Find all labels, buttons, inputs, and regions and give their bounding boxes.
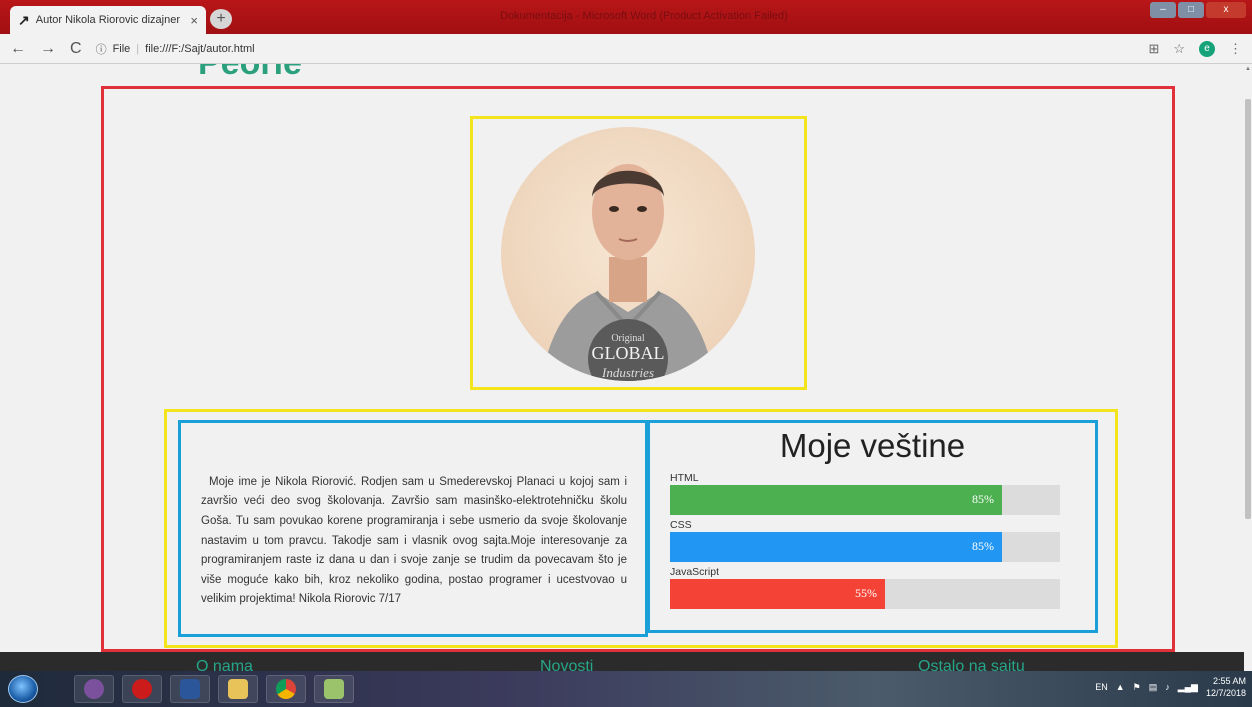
windows-taskbar: EN ▲ ⚑ ▤ ♪ ▂▄▆ 2:55 AM 12/7/2018 xyxy=(0,671,1252,707)
browser-toolbar: ← → C ⓘ File | file:///F:/Sajt/autor.htm… xyxy=(0,34,1252,64)
file-explorer-icon[interactable] xyxy=(218,675,258,703)
skill-percent-label: 85% xyxy=(972,539,994,553)
skill-bar-track: 55% xyxy=(670,579,1060,609)
tab-close-icon[interactable]: × xyxy=(190,13,198,28)
skills-title: Moje veštine xyxy=(779,427,966,464)
page-favicon-icon: ↗ xyxy=(18,11,30,28)
info-icon[interactable]: ⓘ xyxy=(96,41,107,57)
skill-bar-fill: 85% xyxy=(670,485,1002,515)
notepad-icon[interactable] xyxy=(314,675,354,703)
skill-name: JavaScript xyxy=(670,566,720,578)
page-scrollbar[interactable]: ▲ xyxy=(1244,64,1252,671)
skill-percent-label: 85% xyxy=(972,492,994,506)
bio-text: Moje ime je Nikola Riorović. Rodjen sam … xyxy=(201,475,627,606)
profile-avatar[interactable]: e xyxy=(1199,40,1215,57)
viber-icon[interactable] xyxy=(74,675,114,703)
photo-frame: Original GLOBAL Industries xyxy=(470,116,807,390)
forward-arrow-icon[interactable]: → xyxy=(40,40,56,58)
new-tab-button[interactable]: + xyxy=(210,9,232,29)
toolbar-actions: ⊞ ☆ e ⋮ xyxy=(1148,40,1242,57)
skill-name: HTML xyxy=(670,472,699,484)
shirt-print-bottom: Industries xyxy=(601,365,654,380)
skill-bar-track: 85% xyxy=(670,485,1060,515)
page-viewport: Peorie Original GLOBAL Industries xyxy=(0,64,1244,671)
page-heading-cut-off: Peorie xyxy=(198,64,302,83)
bookmark-star-icon[interactable]: ☆ xyxy=(1173,41,1185,57)
skills-panel: Moje veštine HTML 85% CSS 85% JavaScript 55% xyxy=(647,420,1098,633)
minimize-button[interactable]: – xyxy=(1150,2,1176,18)
action-center-flag-icon[interactable]: ⚑ xyxy=(1133,682,1141,693)
url-text[interactable]: file:///F:/Sajt/autor.html xyxy=(145,43,254,55)
close-window-button[interactable]: x xyxy=(1206,2,1246,18)
browser-tab-strip: ↗ Autor Nikola Riorovic dizajner × + Dok… xyxy=(0,0,1252,34)
author-photo: Original GLOBAL Industries xyxy=(501,127,755,381)
skill-name: CSS xyxy=(670,519,692,531)
back-arrow-icon[interactable]: ← xyxy=(10,40,26,58)
language-indicator[interactable]: EN xyxy=(1095,682,1108,692)
url-scheme-label: File xyxy=(112,42,131,55)
scroll-thumb[interactable] xyxy=(1245,99,1251,519)
scroll-up-arrow-icon[interactable]: ▲ xyxy=(1245,66,1251,72)
clock[interactable]: 2:55 AM 12/7/2018 xyxy=(1206,675,1246,699)
clock-time: 2:55 AM xyxy=(1212,676,1246,686)
system-tray: EN ▲ ⚑ ▤ ♪ ▂▄▆ 2:55 AM 12/7/2018 xyxy=(1095,675,1246,699)
menu-dots-icon[interactable]: ⋮ xyxy=(1229,41,1242,57)
footer-link-other[interactable]: Ostalo na sajtu xyxy=(918,658,1025,671)
clock-date: 12/7/2018 xyxy=(1205,688,1246,698)
url-separator: | xyxy=(136,42,140,55)
site-footer: O nama Novosti Ostalo na sajtu xyxy=(0,652,1244,671)
browser-tab-active[interactable]: ↗ Autor Nikola Riorovic dizajner × xyxy=(10,6,206,34)
signal-icon[interactable]: ▂▄▆ xyxy=(1178,682,1198,693)
bio-panel: Moje ime je Nikola Riorović. Rodjen sam … xyxy=(178,420,648,637)
network-icon[interactable]: ▤ xyxy=(1149,682,1158,693)
show-hidden-icons-icon[interactable]: ▲ xyxy=(1116,682,1125,692)
opera-icon[interactable] xyxy=(122,675,162,703)
window-controls: – □ x xyxy=(1150,2,1246,18)
skill-bar-fill: 85% xyxy=(670,532,1002,562)
word-icon[interactable] xyxy=(170,675,210,703)
background-window-title: Dokumentacija - Microsoft Word (Product … xyxy=(500,10,788,22)
address-bar[interactable]: ⓘ File | file:///F:/Sajt/autor.html xyxy=(96,41,255,57)
reload-icon[interactable]: C xyxy=(70,40,82,58)
shirt-print-main: GLOBAL xyxy=(592,343,665,363)
footer-link-about[interactable]: O nama xyxy=(196,658,253,671)
translate-icon[interactable]: ⊞ xyxy=(1148,41,1159,57)
maximize-button[interactable]: □ xyxy=(1178,2,1204,18)
footer-link-news[interactable]: Novosti xyxy=(540,658,593,671)
volume-icon[interactable]: ♪ xyxy=(1165,682,1170,692)
tab-title: Autor Nikola Riorovic dizajner xyxy=(35,14,181,26)
skill-bar-track: 85% xyxy=(670,532,1060,562)
skill-percent-label: 55% xyxy=(855,586,877,600)
start-button[interactable] xyxy=(8,675,38,703)
chrome-icon[interactable] xyxy=(266,675,306,703)
skill-bar-fill: 55% xyxy=(670,579,885,609)
